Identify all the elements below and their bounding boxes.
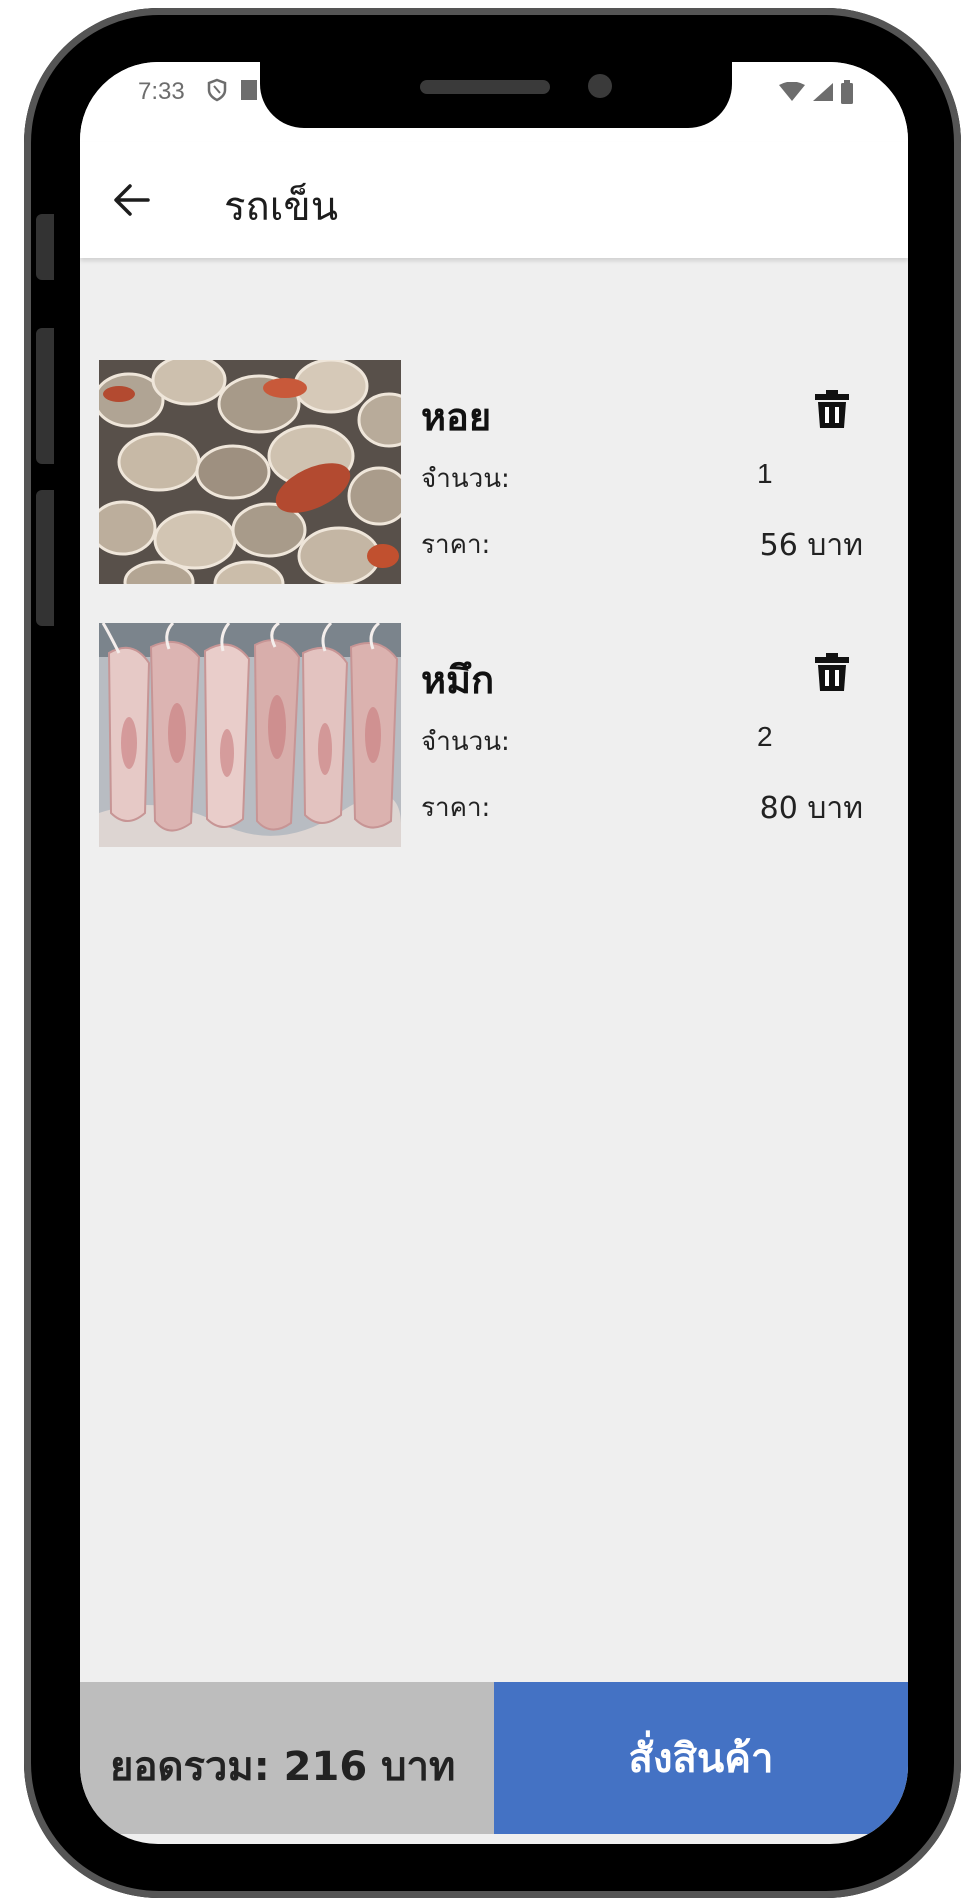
speaker-grille xyxy=(420,80,550,94)
silent-switch xyxy=(36,214,54,280)
item-quantity-value: 2 xyxy=(757,721,773,752)
item-quantity-label: จำนวน: xyxy=(421,727,510,757)
battery-icon xyxy=(841,80,853,104)
order-button[interactable]: สั่งสินค้า xyxy=(494,1682,908,1834)
checkout-bar: ยอดรวม: 216 บาท สั่งสินค้า xyxy=(80,1682,908,1834)
item-quantity-label: จำนวน: xyxy=(421,464,510,494)
status-time: 7:33 xyxy=(138,78,185,105)
trash-icon xyxy=(815,390,849,428)
back-arrow-icon xyxy=(114,184,150,216)
app-bar: รถเข็น xyxy=(80,142,908,258)
item-price-label: ราคา: xyxy=(421,793,491,823)
page-title: รถเข็น xyxy=(224,184,339,230)
delete-item-button[interactable] xyxy=(815,390,849,430)
total-amount: ยอดรวม: 216 บาท xyxy=(110,1744,456,1790)
cart-item: หอย จำนวน: 1 ราคา: 56 บาท xyxy=(99,360,889,584)
cart-item: หมึก จำนวน: 2 ราคา: 80 บาท xyxy=(99,623,889,847)
item-name: หอย xyxy=(421,395,492,439)
phone-screen: 7:33 รถเข็น หอย จำนวน: 1 ราคา: 56 บาท หม… xyxy=(80,62,908,1844)
trash-icon xyxy=(815,653,849,691)
item-name: หมึก xyxy=(421,658,495,702)
item-price-value: 80 บาท xyxy=(759,791,863,826)
front-camera xyxy=(588,74,612,98)
item-price-value: 56 บาท xyxy=(759,528,863,563)
delete-item-button[interactable] xyxy=(815,653,849,693)
volume-down-button xyxy=(36,490,54,626)
item-price-label: ราคา: xyxy=(421,530,491,560)
wifi-icon xyxy=(779,82,805,101)
item-image-squid xyxy=(99,623,401,847)
item-image-cockles xyxy=(99,360,401,584)
shield-icon xyxy=(207,78,227,102)
camera-notch xyxy=(260,62,732,128)
item-quantity-value: 1 xyxy=(757,458,773,489)
status-bar: 7:33 xyxy=(80,62,908,142)
back-button[interactable] xyxy=(108,176,156,224)
notification-icon xyxy=(241,80,257,100)
volume-up-button xyxy=(36,328,54,464)
signal-icon xyxy=(813,83,833,101)
total-panel: ยอดรวม: 216 บาท xyxy=(80,1682,494,1834)
